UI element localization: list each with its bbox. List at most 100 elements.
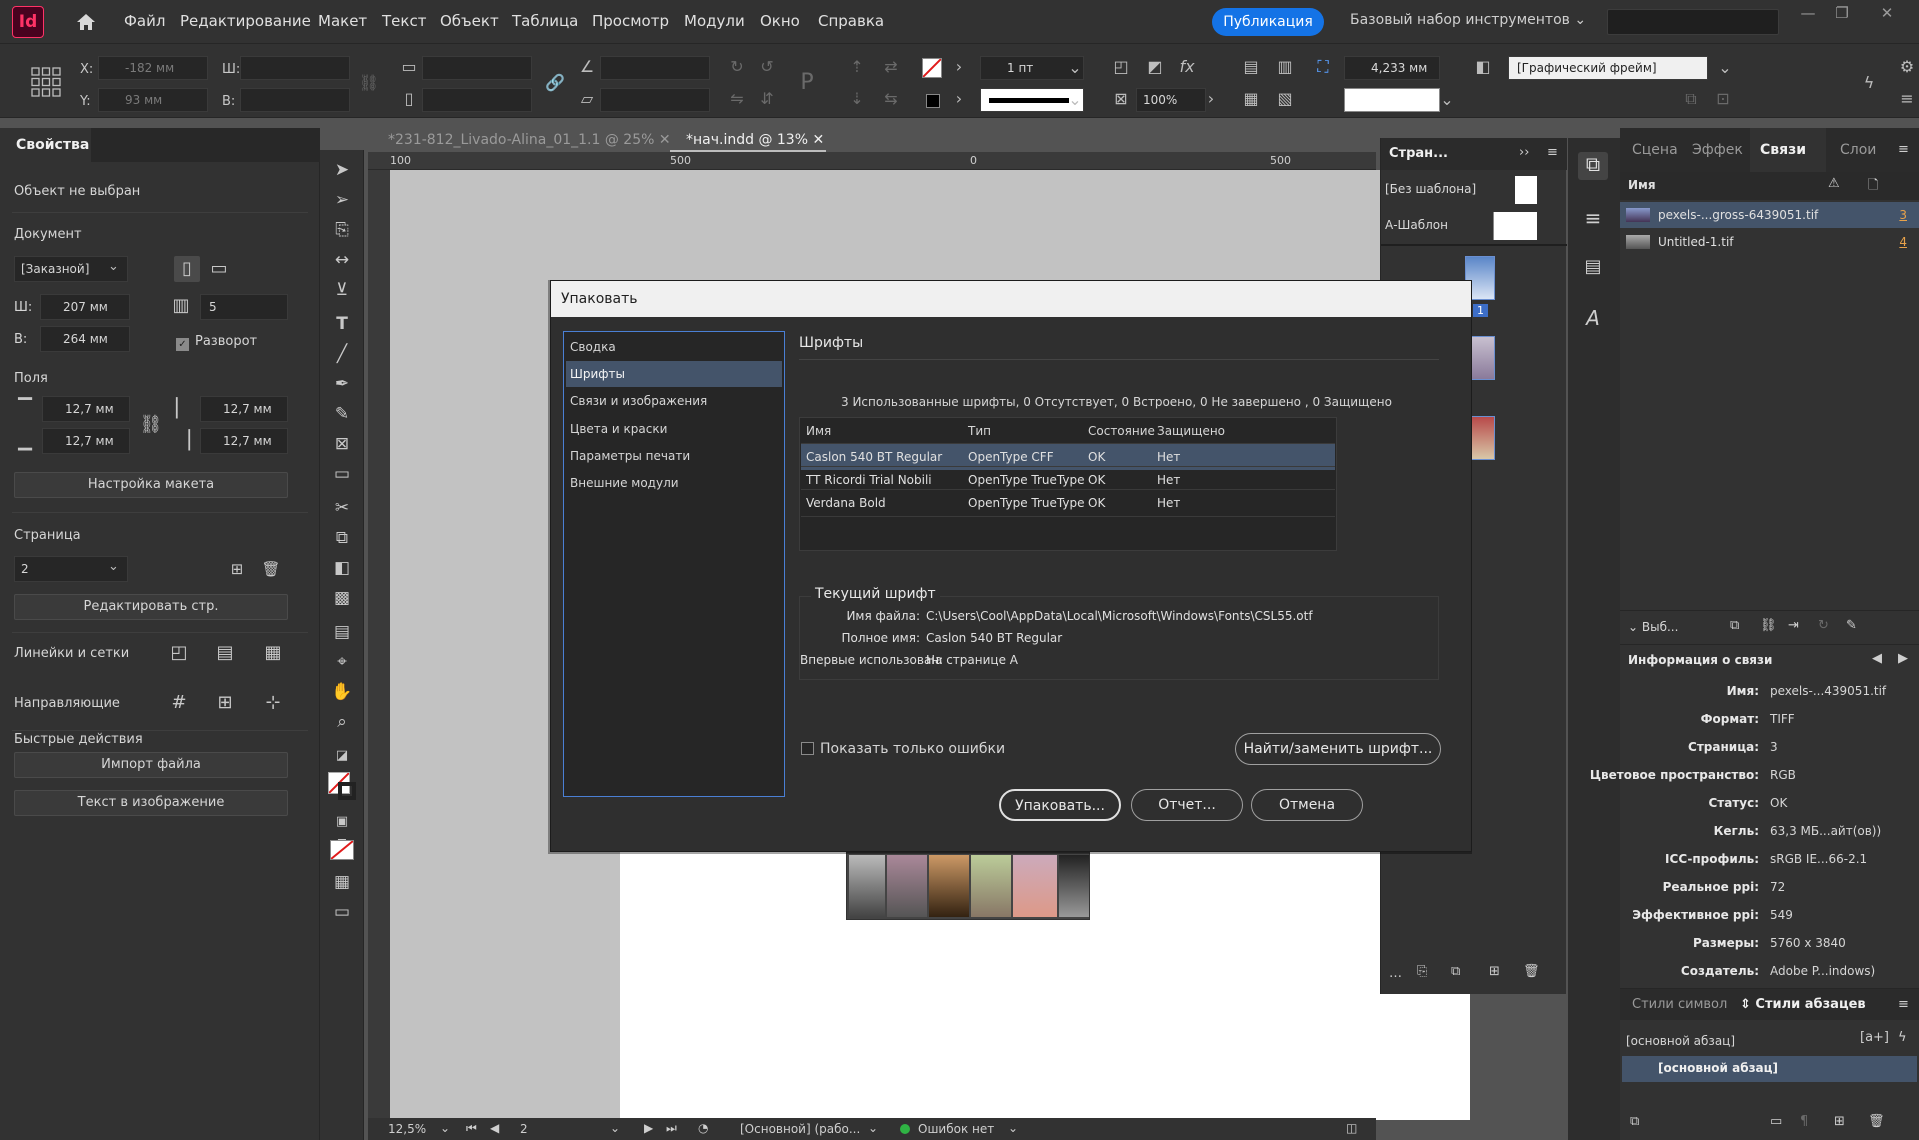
column-header-type[interactable]: Тип (968, 424, 991, 438)
nav-fonts[interactable]: Шрифты (566, 361, 782, 387)
shear-angle-icon[interactable]: ▱ (576, 88, 598, 110)
previous-link-icon[interactable]: ◀ (1872, 651, 1882, 666)
duplicate-page-icon[interactable]: ⧉ (1451, 964, 1460, 979)
flip-horizontal-icon[interactable]: ⇋ (726, 88, 748, 110)
flip-vertical-icon[interactable]: ⇵ (756, 88, 778, 110)
eyedropper-tool-icon[interactable]: ⌖ (330, 650, 354, 674)
scale-y-icon[interactable]: ▯ (398, 88, 420, 110)
quick-apply-icon[interactable]: ϟ (1858, 72, 1880, 94)
rectangle-tool-icon[interactable]: ▭ (330, 462, 354, 486)
nav-print-settings[interactable]: Параметры печати (566, 443, 782, 469)
show-errors-only-checkbox[interactable]: Показать только ошибки (801, 741, 1005, 757)
page-count-field[interactable]: 5 (200, 294, 288, 320)
close-icon[interactable]: ✕ (1876, 4, 1898, 26)
checkbox-box[interactable] (801, 742, 814, 755)
x-field[interactable]: -182 мм (98, 56, 208, 80)
glyphs-panel-icon[interactable]: A (1578, 306, 1608, 334)
select-container-icon[interactable]: ⇡ (846, 56, 868, 78)
guides-icon[interactable]: # (166, 690, 192, 716)
margins-link-icon[interactable]: ⛓ (138, 412, 164, 438)
gutter-dropdown-icon[interactable]: ⌄ (1436, 89, 1458, 111)
placed-image[interactable] (849, 855, 885, 917)
a-master-thumb[interactable] (1493, 212, 1537, 240)
link-icon[interactable]: 🔗 (544, 72, 566, 94)
path-direction-icon[interactable]: P (796, 72, 818, 94)
lock-guides-icon[interactable]: ⊞ (212, 690, 238, 716)
tab-scene[interactable]: Сцена (1632, 142, 1678, 158)
tab-layers[interactable]: Слои (1840, 142, 1876, 158)
nav-links-images[interactable]: Связи и изображения (566, 388, 782, 414)
links-name-column[interactable]: Имя (1628, 178, 1656, 192)
scale-x-icon[interactable]: ▭ (398, 56, 420, 78)
import-file-button[interactable]: Импорт файла (14, 752, 288, 778)
style-list-item[interactable]: [основной абзац] (1622, 1056, 1917, 1082)
style-options-icon[interactable]: ⊡ (1712, 88, 1734, 110)
select-content-icon[interactable]: ⇣ (846, 88, 868, 110)
restore-icon[interactable]: ❐ (1831, 4, 1853, 26)
opacity-menu-icon[interactable]: › (1200, 88, 1222, 110)
text-wrap-shape-icon[interactable]: ▦ (1240, 88, 1262, 110)
landscape-orientation-icon[interactable]: ▭ (206, 256, 232, 282)
chevron-down-icon[interactable]: ⌄ (440, 1121, 450, 1135)
chevron-down-icon[interactable]: ⌄ (610, 1121, 620, 1135)
menu-layout[interactable]: Макет (318, 12, 367, 30)
stroke-swatch-tool[interactable] (338, 782, 356, 800)
close-tab-icon[interactable]: ✕ (659, 132, 671, 148)
column-header-protected[interactable]: Защищено (1157, 424, 1225, 438)
gap-tool-icon[interactable]: ↔ (330, 248, 354, 272)
next-page-icon[interactable]: ▶ (644, 1121, 653, 1135)
gradient-feather-tool-icon[interactable]: ▩ (330, 586, 354, 610)
reference-point-icon[interactable] (30, 66, 62, 98)
cc-libraries-icon[interactable]: ▤ (1578, 256, 1608, 284)
tab-paragraph-styles[interactable]: ⇕ Стили абзацев (1740, 997, 1866, 1012)
clear-overrides-icon[interactable]: ¶ (1800, 1114, 1808, 1129)
link-row[interactable]: Untitled-1.tif 4 (1620, 229, 1919, 255)
type-tool-icon[interactable]: T (330, 312, 354, 336)
next-link-icon[interactable]: ▶ (1898, 651, 1908, 666)
scale-x-field[interactable] (422, 56, 532, 80)
rectangle-frame-tool-icon[interactable]: ⊠ (330, 432, 354, 456)
corner-options-icon[interactable]: ◩ (1144, 56, 1166, 78)
rotate-ccw-icon[interactable]: ↺ (756, 56, 778, 78)
fill-none-swatch[interactable] (922, 58, 942, 78)
quick-apply-icon[interactable]: ϟ (1898, 1030, 1907, 1045)
free-transform-tool-icon[interactable]: ⧉ (330, 526, 354, 550)
folder-icon[interactable]: ▭ (1770, 1114, 1782, 1129)
show-selection-toggle[interactable]: ⌄ Выб... (1628, 620, 1678, 634)
margin-right-field[interactable]: 12,7 мм (200, 428, 288, 454)
placed-image[interactable] (971, 855, 1011, 917)
placed-image[interactable] (1013, 855, 1057, 917)
new-style-from-selection-icon[interactable]: [a+] (1860, 1030, 1889, 1045)
apply-none-icon[interactable] (330, 840, 354, 860)
smart-guides-icon[interactable]: ⊹ (260, 690, 286, 716)
tab-effects[interactable]: Эффек (1692, 142, 1743, 158)
no-master-label[interactable]: [Без шаблона] (1385, 182, 1476, 196)
split-view-icon[interactable]: ◫ (1346, 1121, 1357, 1135)
menu-window[interactable]: Окно (760, 12, 800, 30)
publish-button[interactable]: Публикация (1212, 8, 1324, 36)
link-row[interactable]: pexels-...gross-6439051.tif 3 (1620, 202, 1919, 228)
margin-top-field[interactable]: 12,7 мм (42, 396, 130, 422)
update-link-icon[interactable]: ↻ (1818, 618, 1829, 633)
tab-links[interactable]: Связи (1760, 142, 1806, 158)
effects-fx-icon[interactable]: fx (1176, 56, 1198, 78)
opacity-field[interactable]: 100% (1136, 88, 1206, 112)
page-tool-icon[interactable]: ⎘ (330, 218, 354, 242)
nav-colors-inks[interactable]: Цвета и краски (566, 416, 782, 442)
object-style-dropdown-icon[interactable]: ⌄ (1714, 57, 1736, 79)
package-button[interactable]: Упаковать... (999, 789, 1121, 821)
style-group-icon[interactable]: ⧉ (1630, 1114, 1639, 1129)
content-collector-icon[interactable]: ⊻ (330, 278, 354, 302)
rulers-icon[interactable]: ◰ (166, 640, 192, 666)
delete-page-icon[interactable]: 🗑 (1523, 964, 1540, 979)
margin-bottom-field[interactable]: 12,7 мм (42, 428, 130, 454)
object-style-select[interactable]: [Графический фрейм] (1508, 56, 1708, 80)
column-header-status[interactable]: Состояние (1088, 424, 1155, 438)
stroke-swatch[interactable] (926, 94, 940, 108)
clear-overrides-icon[interactable]: ⧉ (1680, 88, 1702, 110)
screen-mode-icon[interactable]: ▭ (330, 900, 354, 924)
more-options-icon[interactable]: … (1389, 966, 1402, 981)
view-mode-icon[interactable]: ▦ (330, 870, 354, 894)
delete-page-icon[interactable]: 🗑 (258, 556, 284, 582)
edit-page-button[interactable]: Редактировать стр. (14, 594, 288, 620)
